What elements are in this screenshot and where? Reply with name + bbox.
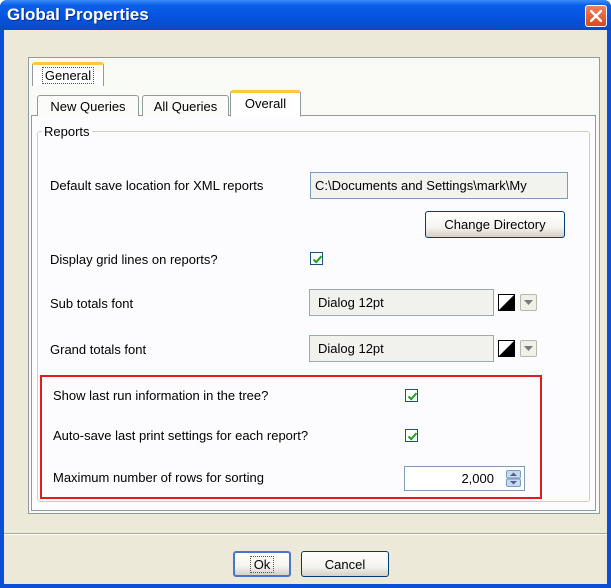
tab-general[interactable]: General <box>32 62 104 86</box>
spinner-arrows-icon[interactable] <box>506 470 521 487</box>
last-run-checkbox[interactable] <box>405 389 418 402</box>
checkmark-icon <box>407 432 418 441</box>
chevron-down-icon <box>524 346 533 351</box>
xml-location-label: Default save location for XML reports <box>50 178 264 193</box>
tab-new-queries-label: New Queries <box>50 99 126 114</box>
tab-general-label: General <box>41 67 95 84</box>
grid-lines-checkbox[interactable] <box>310 252 323 265</box>
tab-all-queries-label: All Queries <box>153 99 218 114</box>
tab-new-queries[interactable]: New Queries <box>37 95 139 116</box>
auto-save-label: Auto-save last print settings for each r… <box>53 428 309 443</box>
reports-group-title: Reports <box>42 124 92 139</box>
tab-all-queries[interactable]: All Queries <box>142 95 229 116</box>
close-button[interactable] <box>585 5 607 27</box>
sub-totals-font-label: Sub totals font <box>50 296 134 311</box>
window-title: Global Properties <box>7 5 149 24</box>
sub-totals-font-field[interactable]: Dialog 12pt <box>309 289 494 316</box>
checkmark-icon <box>312 255 323 264</box>
auto-save-checkbox[interactable] <box>405 429 418 442</box>
xml-location-field[interactable]: C:\Documents and Settings\mark\My <box>310 172 568 199</box>
last-run-label: Show last run information in the tree? <box>53 388 269 403</box>
sub-totals-color-swatch[interactable] <box>498 294 515 311</box>
color-swatch-icon <box>499 295 514 310</box>
tab-overall-label: Overall <box>244 96 287 111</box>
chevron-down-icon <box>524 300 533 305</box>
title-bar[interactable]: Global Properties <box>0 0 611 30</box>
ok-button[interactable]: Ok <box>233 551 291 577</box>
max-rows-value: 2,000 <box>461 471 494 486</box>
grand-totals-font-label: Grand totals font <box>50 342 147 357</box>
checkmark-icon <box>407 392 418 401</box>
grid-lines-label: Display grid lines on reports? <box>50 252 218 267</box>
color-swatch-icon <box>499 341 514 356</box>
max-rows-spinner[interactable]: 2,000 <box>404 466 525 491</box>
tab-overall[interactable]: Overall <box>230 90 301 117</box>
max-rows-label: Maximum number of rows for sorting <box>53 470 264 485</box>
grand-totals-font-field[interactable]: Dialog 12pt <box>309 335 494 362</box>
button-separator-highlight <box>4 534 607 535</box>
dialog-window: Global Properties General New Queries Al… <box>0 0 611 588</box>
change-directory-button[interactable]: Change Directory <box>425 211 565 238</box>
cancel-button[interactable]: Cancel <box>301 551 389 577</box>
sub-totals-color-dropdown[interactable] <box>520 294 537 311</box>
ok-button-label: Ok <box>249 556 275 573</box>
grand-totals-color-swatch[interactable] <box>498 340 515 357</box>
grand-totals-color-dropdown[interactable] <box>520 340 537 357</box>
